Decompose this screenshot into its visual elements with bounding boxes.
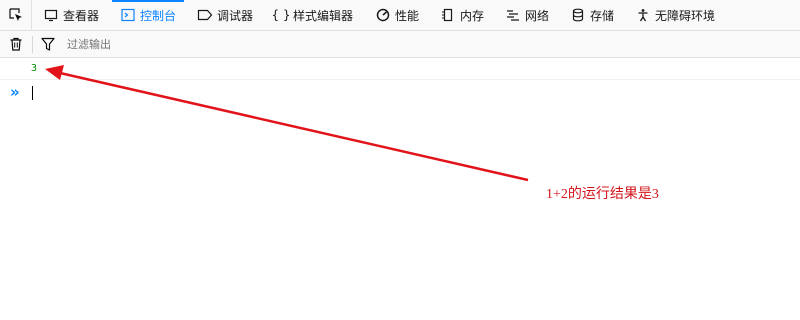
annotation-arrow [45, 65, 529, 182]
annotation-text: 1+2的运行结果是3 [546, 187, 659, 202]
